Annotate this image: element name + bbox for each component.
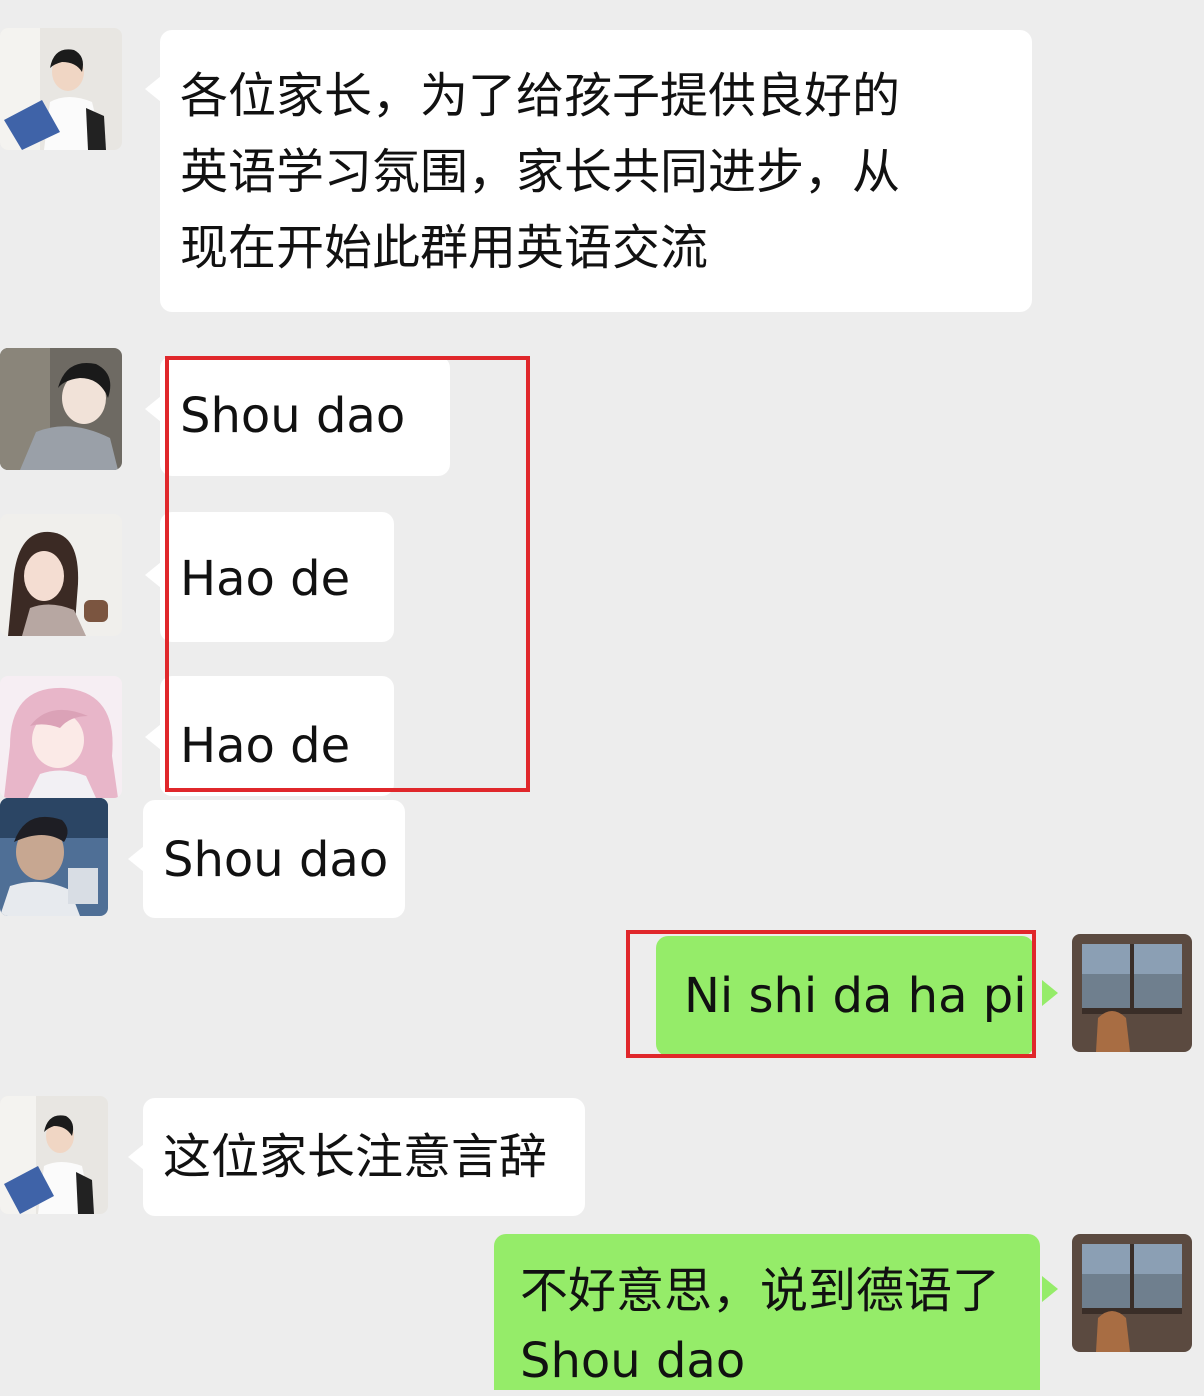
message-bubble-7[interactable]: 这位家长注意言辞 (143, 1098, 585, 1216)
avatar-parent-1[interactable] (0, 348, 122, 470)
window-city-view-icon (1072, 934, 1192, 1052)
message-text: Shou dao (163, 832, 389, 888)
anime-pink-hair-icon (0, 676, 122, 798)
message-text: 这位家长注意言辞 (163, 1129, 548, 1185)
message-text: 各位家长，为了给孩子提供良好的 (180, 68, 901, 124)
bubble-tail (145, 396, 161, 422)
avatar-teacher[interactable] (0, 28, 122, 150)
message-text: Shou dao (520, 1333, 746, 1389)
avatar-parent-2[interactable] (0, 514, 122, 636)
avatar-teacher[interactable] (0, 1096, 108, 1214)
message-text: 不好意思，说到德语了 (520, 1263, 1001, 1319)
man-portrait-icon (0, 348, 122, 470)
avatar-parent-4[interactable] (0, 798, 108, 916)
message-bubble-1[interactable]: 各位家长，为了给孩子提供良好的 英语学习氛围，家长共同进步，从 现在开始此群用英… (160, 30, 1032, 312)
girl-cartoon-icon (0, 514, 122, 636)
bubble-tail (1042, 980, 1058, 1006)
highlight-box (165, 356, 530, 792)
bubble-tail (145, 76, 161, 102)
highlight-box (626, 930, 1036, 1058)
message-bubble-5[interactable]: Shou dao (143, 800, 405, 918)
man-selfie-icon (0, 798, 108, 916)
avatar-me[interactable] (1072, 934, 1192, 1052)
message-text: 英语学习氛围，家长共同进步，从 (180, 144, 901, 200)
bubble-tail (128, 846, 144, 872)
bubble-tail (1042, 1276, 1058, 1302)
bubble-tail (128, 1144, 144, 1170)
woman-with-laptop-icon (0, 28, 122, 150)
avatar-parent-3[interactable] (0, 676, 122, 798)
message-bubble-8[interactable]: 不好意思，说到德语了 Shou dao (494, 1234, 1040, 1390)
woman-with-laptop-icon (0, 1096, 108, 1214)
bubble-tail (145, 562, 161, 588)
message-text: 现在开始此群用英语交流 (180, 220, 709, 276)
window-city-view-icon (1072, 1234, 1192, 1352)
bubble-tail (145, 724, 161, 750)
avatar-me[interactable] (1072, 1234, 1192, 1352)
